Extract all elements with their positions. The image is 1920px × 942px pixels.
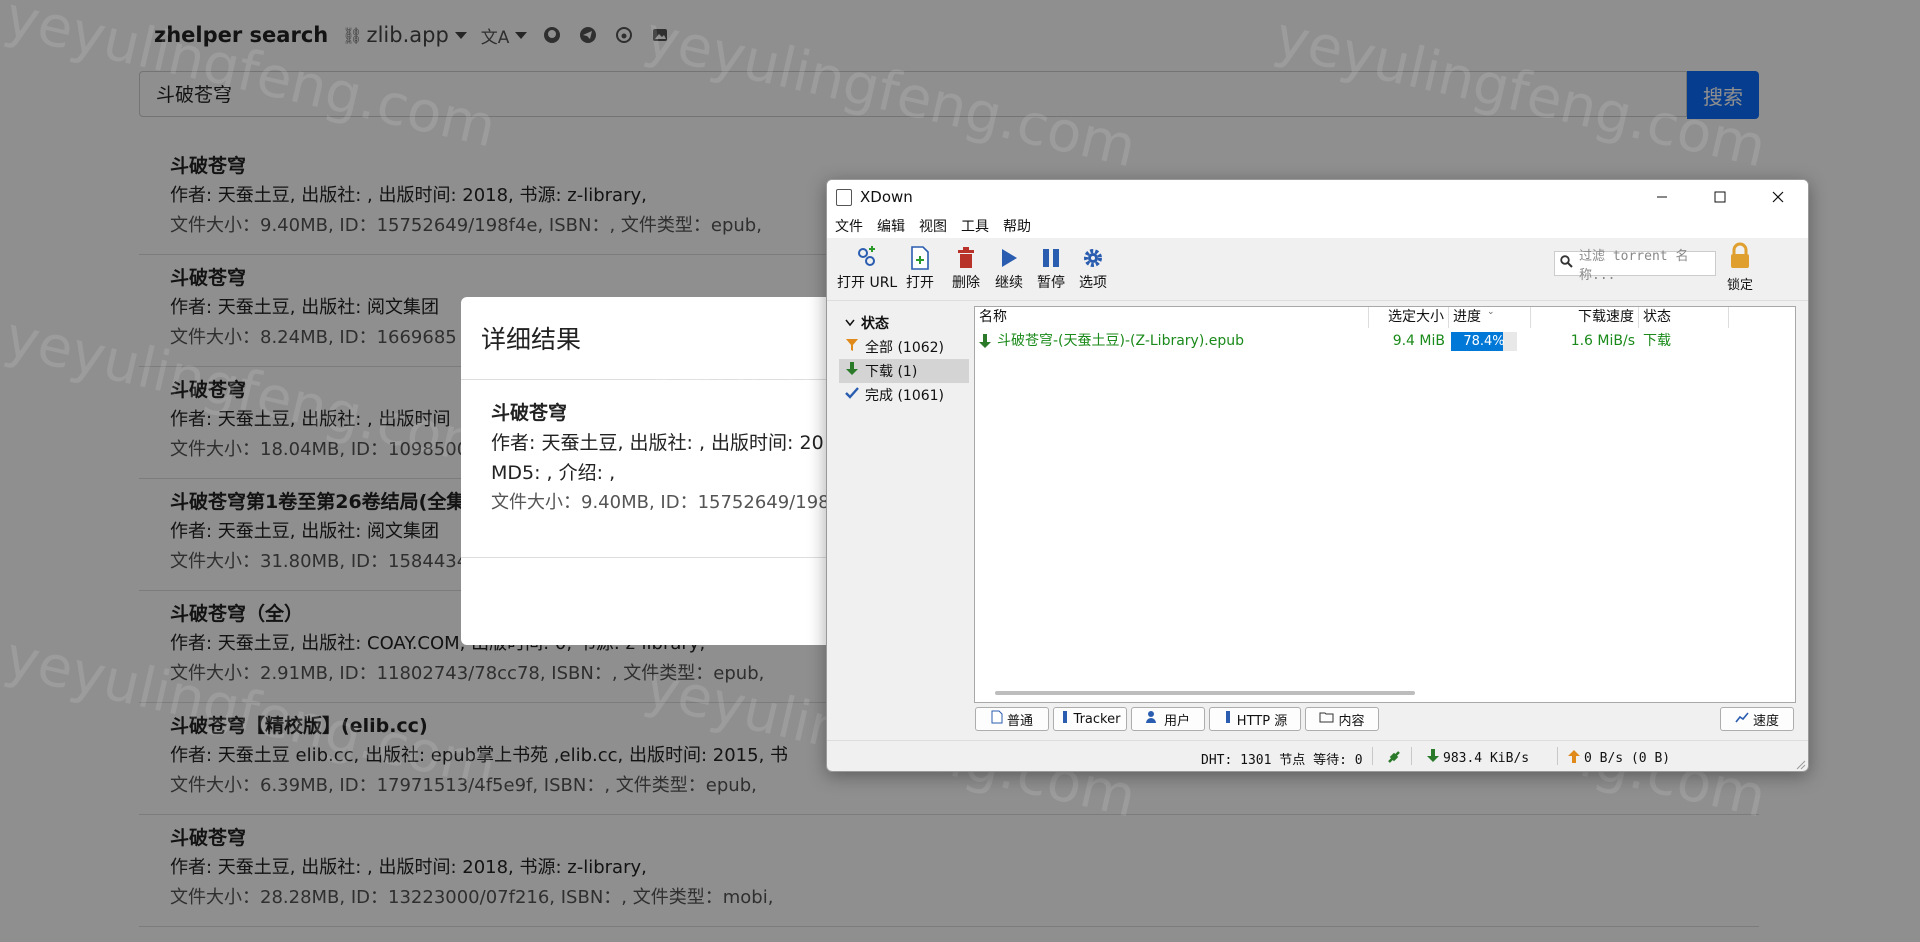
detail-tabs: 普通 Tracker 用户 HTTP 源 内容 速度	[827, 707, 1808, 733]
progress-bar: 78.4%	[1451, 332, 1517, 351]
tab-content[interactable]: 内容	[1305, 707, 1379, 731]
sidebar-item-completed[interactable]: 完成 (1061)	[839, 383, 969, 407]
progress-label: 78.4%	[1463, 334, 1505, 349]
chevron-down-icon	[845, 315, 855, 331]
torrent-list: 名称 选定大小 进度 下载速度 状态 ⌄ 斗破苍穹-(天蚕土豆)-(Z-Libr…	[974, 306, 1796, 703]
sidebar-item-all[interactable]: 全部 (1062)	[839, 335, 969, 359]
pause-icon	[1036, 244, 1066, 272]
sidebar-header[interactable]: 状态	[839, 311, 969, 335]
resume-button[interactable]: 继续	[994, 244, 1024, 296]
menu-bar: 文件 编辑 视图 工具 帮助	[827, 214, 1808, 238]
menu-edit[interactable]: 编辑	[877, 216, 905, 236]
sidebar-item-label: 全部 (1062)	[865, 340, 945, 356]
close-button[interactable]	[1749, 180, 1807, 214]
pause-label: 暂停	[1037, 275, 1065, 291]
horizontal-scrollbar[interactable]	[995, 691, 1415, 695]
table-row[interactable]: 斗破苍穹-(天蚕土豆)-(Z-Library).epub 9.4 MiB 78.…	[975, 331, 1795, 352]
tracker-icon	[1060, 710, 1070, 728]
menu-file[interactable]: 文件	[835, 216, 863, 236]
app-icon	[836, 189, 852, 206]
download-arrow-icon	[978, 334, 992, 356]
options-label: 选项	[1079, 275, 1107, 291]
tab-label: 内容	[1338, 713, 1365, 729]
lock-icon	[1729, 242, 1751, 274]
sort-indicator-icon: ⌄	[1487, 307, 1495, 317]
connection-icon[interactable]	[1386, 749, 1402, 765]
status-bar: DHT: 1301 节点 等待: 0 983.4 KiB/s 0 B/s (0 …	[827, 740, 1808, 771]
tab-label: 用户	[1163, 713, 1190, 729]
upload-speed: 0 B/s (0 B)	[1568, 749, 1670, 767]
resize-grip[interactable]	[1796, 759, 1806, 770]
open-url-button[interactable]: 打开 URL	[837, 244, 897, 296]
xdown-window: XDown 文件 编辑 视图 工具 帮助 打开 URL 打开 删除 继续 暂停 …	[826, 179, 1809, 772]
add-file-icon	[905, 244, 935, 272]
download-arrow-icon	[1427, 749, 1439, 767]
play-icon	[994, 244, 1024, 272]
menu-help[interactable]: 帮助	[1003, 216, 1031, 236]
delete-button[interactable]: 删除	[951, 244, 981, 296]
menu-view[interactable]: 视图	[919, 216, 947, 236]
status-divider	[1557, 747, 1558, 765]
upload-arrow-icon	[1568, 749, 1580, 767]
download-arrow-icon	[845, 362, 859, 380]
tab-label: Tracker	[1073, 711, 1121, 727]
delete-label: 删除	[952, 275, 980, 291]
folder-icon	[1319, 711, 1334, 727]
options-button[interactable]: 选项	[1078, 244, 1108, 296]
users-icon	[1145, 710, 1160, 728]
status-divider	[1372, 747, 1373, 765]
pause-button[interactable]: 暂停	[1036, 244, 1066, 296]
tab-label: 普通	[1006, 713, 1033, 729]
resume-label: 继续	[995, 275, 1023, 291]
gear-icon	[1078, 244, 1108, 272]
download-speed-value: 983.4 KiB/s	[1443, 750, 1530, 766]
title-bar[interactable]: XDown	[827, 180, 1808, 214]
sidebar-item-label: 完成 (1061)	[865, 388, 945, 404]
filter-input[interactable]: 过滤 torrent 名称...	[1554, 249, 1716, 283]
toolbar: 打开 URL 打开 删除 继续 暂停 选项 过滤 torrent 名称... 锁…	[827, 238, 1808, 301]
tab-general[interactable]: 普通	[975, 707, 1049, 731]
tab-tracker[interactable]: Tracker	[1053, 707, 1127, 731]
column-header-size[interactable]: 选定大小	[1369, 307, 1449, 328]
torrent-size: 9.4 MiB	[1392, 333, 1445, 349]
column-header-name[interactable]: 名称	[975, 307, 1369, 328]
tab-peers[interactable]: 用户	[1131, 707, 1205, 731]
chart-icon	[1735, 711, 1749, 727]
tab-speed[interactable]: 速度	[1720, 707, 1794, 731]
torrent-status: 下载	[1643, 333, 1671, 349]
sidebar-header-label: 状态	[861, 316, 889, 332]
column-header-speed[interactable]: 下载速度	[1531, 307, 1639, 328]
status-sidebar: 状态 全部 (1062) 下载 (1) 完成 (1061)	[839, 311, 969, 611]
open-label: 打开	[906, 275, 934, 291]
tab-http-sources[interactable]: HTTP 源	[1209, 707, 1301, 731]
open-url-label: 打开 URL	[837, 275, 898, 291]
document-icon	[991, 710, 1003, 728]
menu-tools[interactable]: 工具	[961, 216, 989, 236]
minimize-button[interactable]	[1633, 180, 1691, 214]
status-divider	[1411, 747, 1412, 765]
link-icon	[852, 244, 882, 272]
tab-label: 速度	[1752, 713, 1779, 729]
column-header-status[interactable]: 状态	[1639, 307, 1729, 328]
sidebar-item-downloading[interactable]: 下载 (1)	[839, 359, 969, 383]
upload-speed-value: 0 B/s (0 B)	[1584, 750, 1671, 766]
torrent-name: 斗破苍穹-(天蚕土豆)-(Z-Library).epub	[997, 333, 1245, 349]
trash-icon	[951, 244, 981, 272]
window-title: XDown	[860, 188, 913, 206]
lock-button[interactable]: 锁定	[1720, 242, 1760, 298]
check-icon	[845, 386, 859, 404]
dht-status: DHT: 1301 节点 等待: 0	[1201, 753, 1363, 768]
maximize-button[interactable]	[1691, 180, 1749, 214]
open-button[interactable]: 打开	[905, 244, 935, 296]
search-icon	[1560, 255, 1573, 272]
tab-label: HTTP 源	[1236, 713, 1288, 729]
server-icon	[1223, 710, 1233, 728]
lock-label: 锁定	[1726, 278, 1753, 293]
torrent-speed: 1.6 MiB/s	[1570, 333, 1635, 349]
filter-placeholder: 过滤 torrent 名称...	[1579, 248, 1689, 283]
download-speed: 983.4 KiB/s	[1427, 749, 1529, 767]
filter-icon	[845, 338, 859, 356]
sidebar-item-label: 下载 (1)	[865, 364, 918, 380]
